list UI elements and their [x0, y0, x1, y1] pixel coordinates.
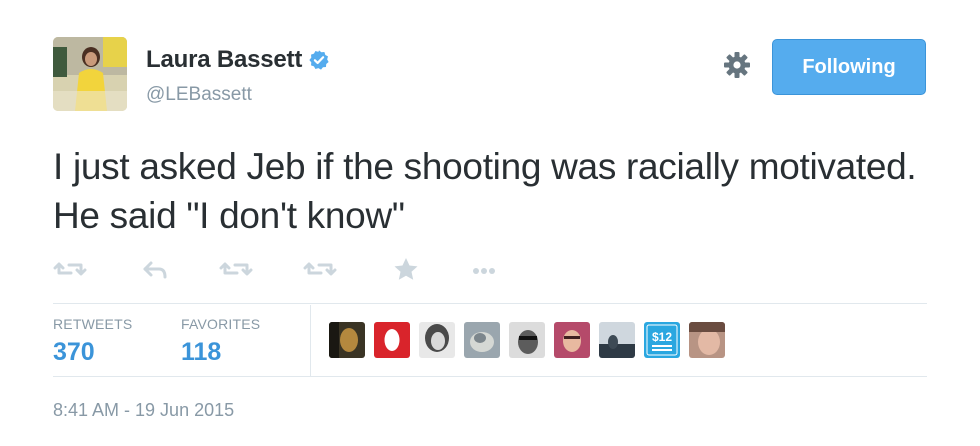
favoriter-avatar[interactable] — [689, 322, 725, 358]
favoriter-avatar[interactable]: $12 — [644, 322, 680, 358]
author-handle[interactable]: @LEBassett — [146, 84, 252, 106]
favoriter-avatar[interactable] — [374, 322, 410, 358]
favorites-label: FAVORITES — [181, 316, 261, 332]
stats-bottom-divider — [53, 376, 927, 377]
tweet-timestamp[interactable]: 8:41 AM - 19 Jun 2015 — [53, 400, 234, 421]
favoriter-avatar[interactable] — [554, 322, 590, 358]
verified-badge-icon — [309, 50, 329, 70]
retweets-stat[interactable]: RETWEETS 370 — [53, 316, 132, 367]
following-button[interactable]: Following — [772, 39, 926, 95]
favoriter-avatar[interactable] — [329, 322, 365, 358]
favorites-count[interactable]: 118 — [181, 338, 260, 367]
retweets-label: RETWEETS — [53, 316, 133, 332]
retweet-icon[interactable] — [53, 255, 87, 283]
retweets-count[interactable]: 370 — [53, 338, 132, 367]
reply-icon[interactable] — [139, 255, 173, 283]
retweet-icon[interactable] — [219, 255, 253, 283]
star-icon[interactable] — [389, 255, 423, 283]
favoriter-avatar[interactable] — [419, 322, 455, 358]
favoriter-avatar[interactable] — [464, 322, 500, 358]
tweet-text: I just asked Jeb if the shooting was rac… — [53, 146, 917, 236]
badge-amount: $12 — [652, 330, 672, 344]
more-icon[interactable] — [467, 255, 501, 283]
favorites-stat[interactable]: FAVORITES 118 — [181, 316, 260, 367]
profile-photo — [53, 37, 127, 111]
author-name[interactable]: Laura Bassett — [146, 46, 302, 74]
author-name-row[interactable]: Laura Bassett — [146, 46, 330, 74]
stats-vertical-divider — [310, 305, 311, 376]
favoriter-avatar[interactable] — [599, 322, 635, 358]
gear-icon[interactable] — [722, 50, 752, 80]
stats-top-divider — [53, 303, 927, 304]
author-avatar[interactable] — [53, 37, 127, 111]
retweet-icon[interactable] — [303, 255, 337, 283]
favoriter-avatar[interactable] — [509, 322, 545, 358]
